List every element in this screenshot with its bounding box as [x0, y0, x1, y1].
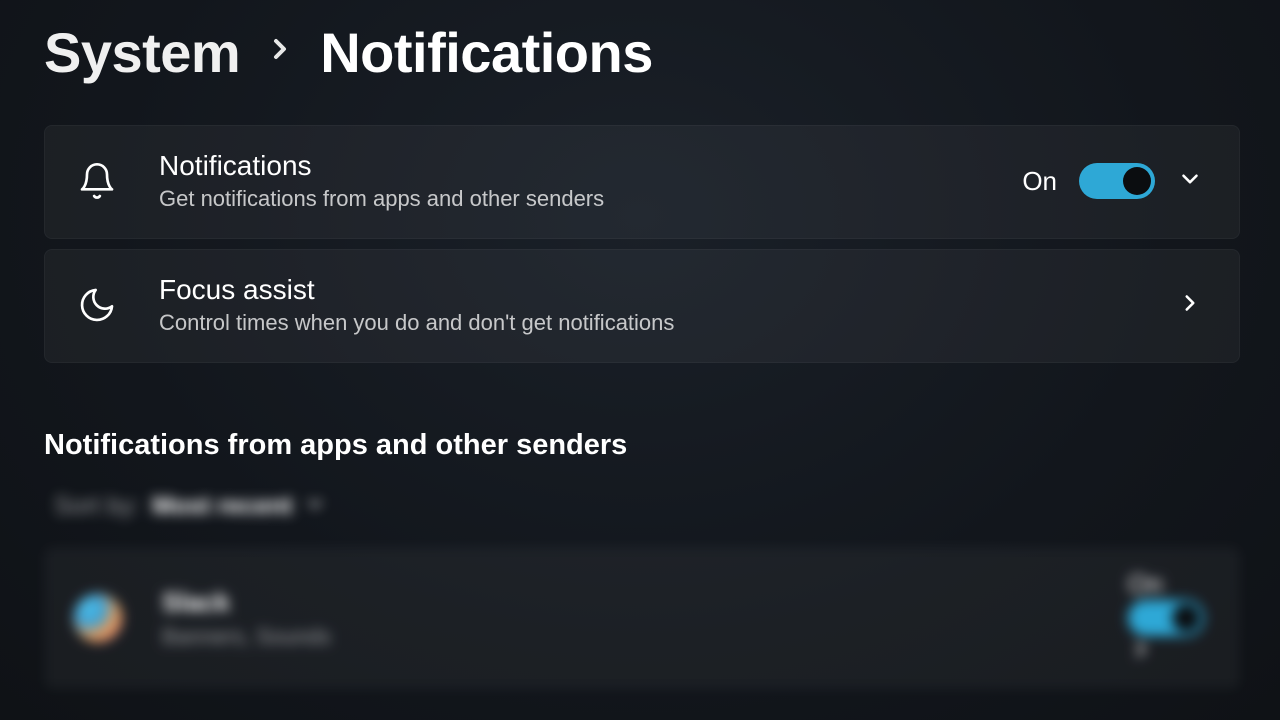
chevron-down-icon[interactable]: [1177, 166, 1203, 197]
moon-icon: [75, 285, 119, 325]
breadcrumb-parent[interactable]: System: [44, 20, 240, 85]
app-notification-row[interactable]: Slack Banners, Sounds On: [44, 547, 1240, 689]
blurred-content: Sort by: Most recent Slack Banners, Soun…: [44, 492, 1240, 689]
toggle-knob: [1172, 604, 1200, 632]
app-icon: [74, 594, 122, 642]
app-toggle[interactable]: [1128, 600, 1204, 636]
chevron-down-icon: [304, 493, 326, 520]
breadcrumb: System Notifications: [44, 20, 1240, 85]
sort-value: Most recent: [152, 492, 292, 521]
app-detail: Banners, Sounds: [162, 624, 1088, 650]
apps-section-heading: Notifications from apps and other sender…: [44, 429, 1240, 462]
focus-assist-subtitle: Control times when you do and don't get …: [159, 310, 1137, 336]
chevron-right-icon: [264, 30, 296, 75]
focus-assist-card[interactable]: Focus assist Control times when you do a…: [44, 249, 1240, 363]
chevron-right-icon[interactable]: [1177, 290, 1203, 321]
app-name: Slack: [162, 587, 1088, 618]
sort-label: Sort by:: [54, 492, 140, 521]
notifications-subtitle: Get notifications from apps and other se…: [159, 186, 982, 212]
chevron-right-icon[interactable]: [1128, 649, 1154, 666]
notifications-title: Notifications: [159, 150, 982, 182]
app-toggle-label: On: [1128, 569, 1163, 599]
notifications-text: Notifications Get notifications from app…: [159, 150, 982, 212]
toggle-knob: [1123, 167, 1151, 195]
notifications-toggle-label: On: [1022, 166, 1057, 197]
app-controls: On: [1128, 569, 1204, 667]
settings-page: System Notifications Notifications Get n…: [0, 0, 1280, 689]
notifications-controls: On: [1022, 163, 1203, 199]
focus-assist-text: Focus assist Control times when you do a…: [159, 274, 1137, 336]
notifications-card[interactable]: Notifications Get notifications from app…: [44, 125, 1240, 239]
focus-assist-title: Focus assist: [159, 274, 1137, 306]
app-text: Slack Banners, Sounds: [162, 587, 1088, 650]
settings-cards: Notifications Get notifications from app…: [44, 125, 1240, 363]
notifications-toggle[interactable]: [1079, 163, 1155, 199]
focus-assist-controls: [1177, 290, 1203, 321]
bell-icon: [75, 161, 119, 201]
sort-row[interactable]: Sort by: Most recent: [44, 492, 1240, 521]
breadcrumb-current: Notifications: [320, 20, 653, 85]
